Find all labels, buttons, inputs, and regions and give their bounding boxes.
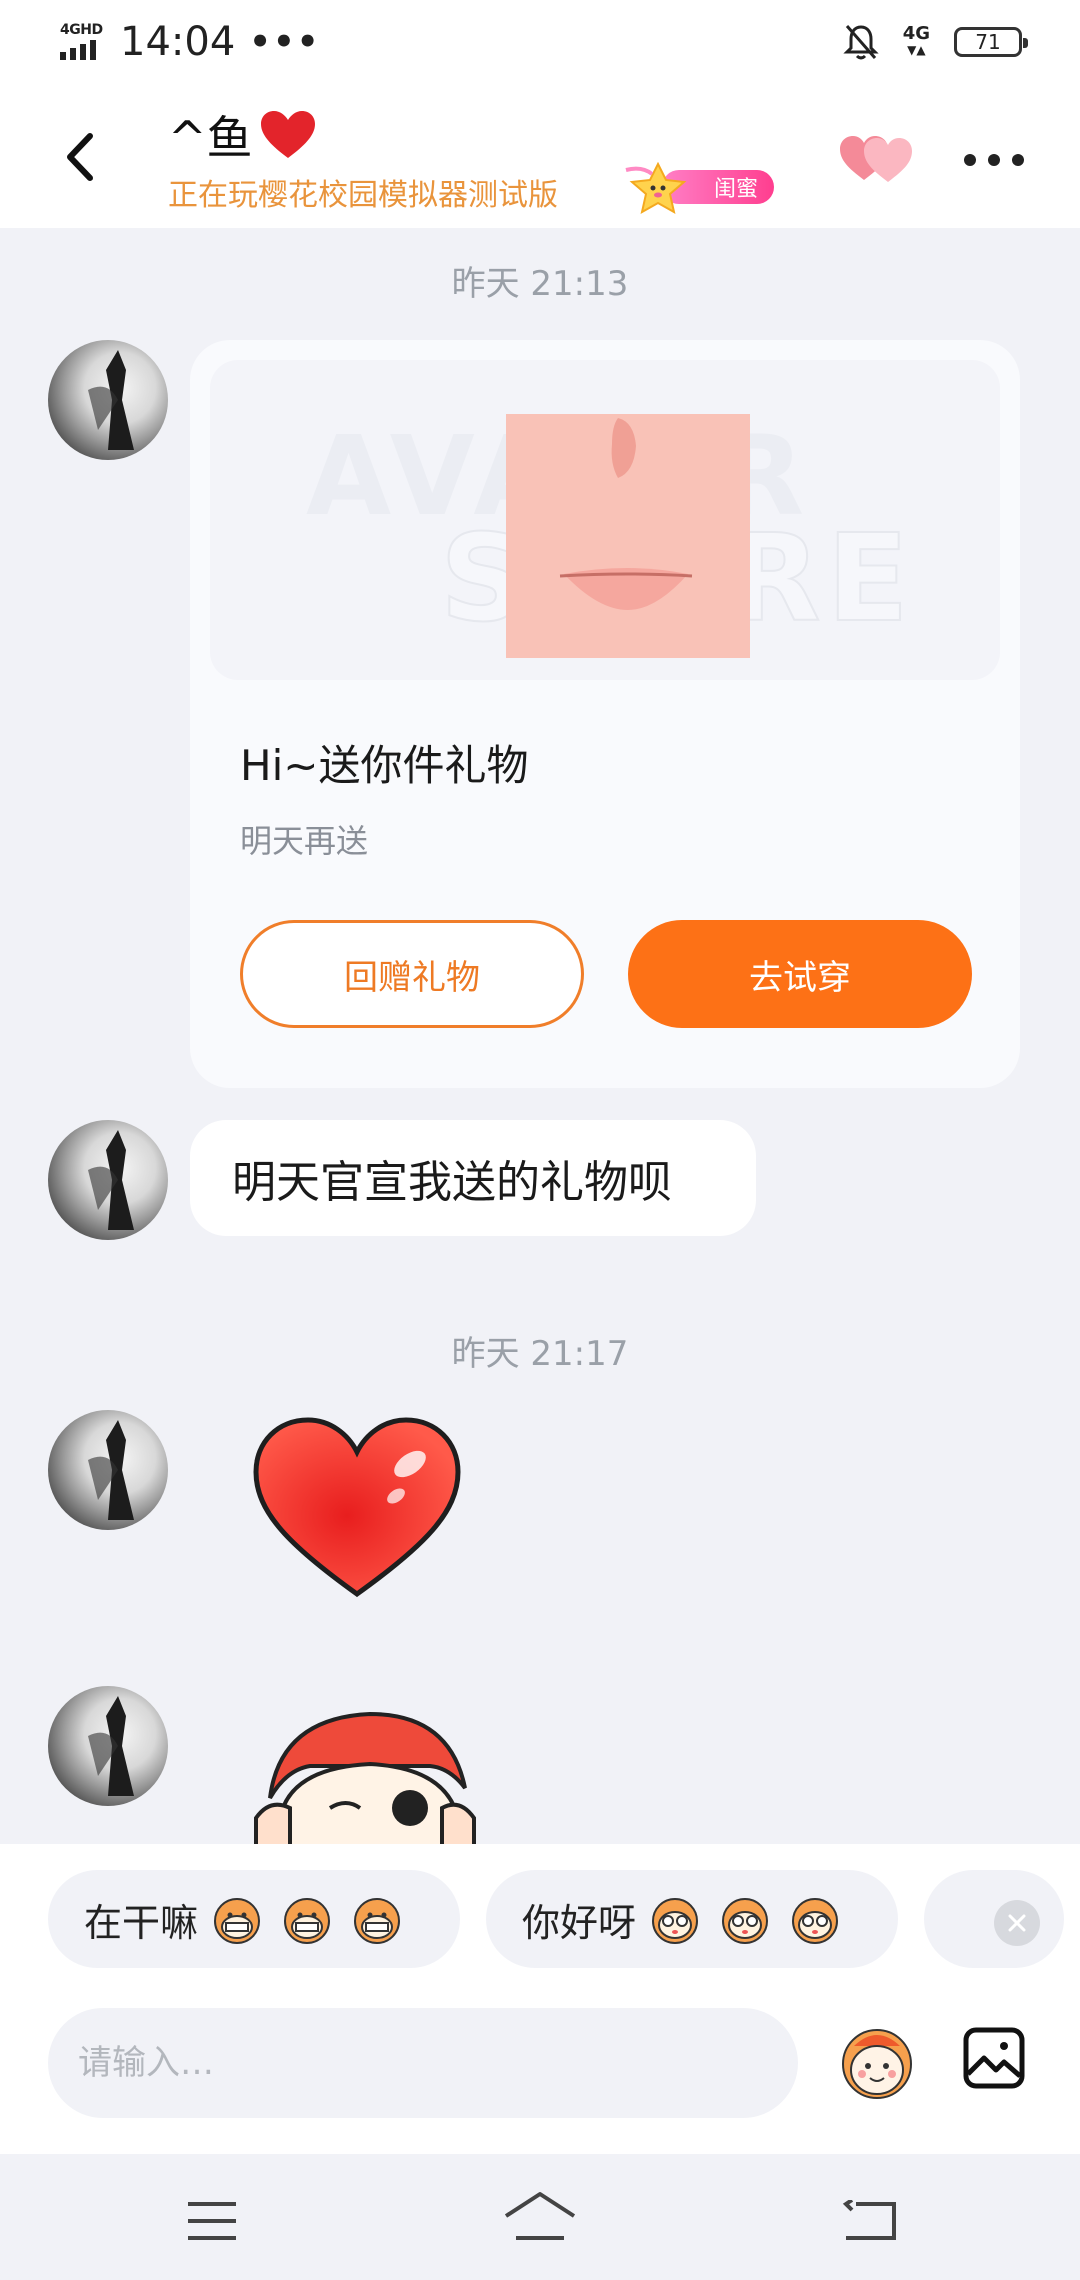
system-nav-bar (0, 2154, 1080, 2280)
grinning-monkey-icon (354, 1898, 401, 1944)
quick-reply-chip[interactable]: 在干嘛 (48, 1870, 460, 1968)
battery-icon: 71 (954, 27, 1028, 57)
contact-avatar[interactable] (48, 1410, 168, 1530)
gift-subtitle: 明天再送 (240, 822, 369, 860)
gift-title: Hi~送你件礼物 (240, 741, 529, 790)
back-arrow-icon[interactable] (52, 122, 112, 192)
network-label: 4GHD (60, 22, 103, 38)
more-options-icon[interactable] (964, 140, 1024, 180)
quick-reply-text: 在干嘛 (84, 1900, 199, 1945)
chat-screen: 4GHD 14:04 ••• 4G ▼▲ 71 ^鱼 正在玩樱花校园模拟器测试版… (0, 0, 1080, 2280)
signal-icon: 4GHD (58, 22, 106, 62)
clock: 14:04 (120, 19, 236, 65)
chat-header: ^鱼 正在玩樱花校园模拟器测试版 闺蜜 (0, 84, 1080, 228)
blushing-monkey-icon (652, 1898, 699, 1944)
monkey-sticker[interactable] (250, 1708, 480, 1848)
muted-bell-icon (843, 25, 879, 60)
grinning-monkey-icon (284, 1898, 331, 1944)
status-bar: 4GHD 14:04 ••• 4G ▼▲ 71 (0, 0, 1080, 84)
contact-avatar[interactable] (48, 1686, 168, 1806)
message-input[interactable] (48, 2008, 798, 2118)
menu-icon[interactable] (186, 2200, 238, 2242)
message-timestamp: 昨天 21:13 (451, 264, 629, 304)
try-on-button[interactable]: 去试穿 (628, 920, 972, 1028)
red-heart-icon (260, 111, 315, 158)
input-bar (0, 1994, 1080, 2154)
contact-name[interactable]: ^鱼 (168, 102, 317, 168)
close-quick-replies-icon[interactable] (994, 1900, 1040, 1946)
intimacy-hearts-icon[interactable] (838, 128, 916, 188)
contact-avatar[interactable] (48, 340, 168, 460)
blushing-monkey-icon (722, 1898, 769, 1944)
mobile-data-icon: 4G ▼▲ (902, 23, 930, 58)
home-icon[interactable] (502, 2190, 578, 2242)
back-nav-icon[interactable] (842, 2200, 896, 2242)
message-bubble[interactable]: 明天官宣我送的礼物呗 (190, 1120, 756, 1236)
quick-replies-bar: 在干嘛 你好呀 (0, 1844, 1080, 1994)
relationship-badge[interactable]: 闺蜜 (622, 162, 774, 214)
contact-avatar[interactable] (48, 1120, 168, 1240)
status-left: 4GHD 14:04 ••• (58, 19, 320, 65)
return-gift-button[interactable]: 回赠礼物 (240, 920, 584, 1028)
battery-level: 71 (975, 30, 1001, 54)
gift-card[interactable]: AVATAR STORE Hi~送你件礼物 明天再送 回赠礼物 去试穿 (190, 340, 1020, 1088)
gift-item-face (506, 414, 750, 658)
contact-status: 正在玩樱花校园模拟器测试版 (168, 178, 558, 213)
star-icon (625, 162, 687, 214)
image-icon[interactable] (962, 2026, 1026, 2090)
gift-preview-image[interactable]: AVATAR STORE (210, 360, 1000, 680)
grinning-monkey-icon (214, 1898, 261, 1944)
blushing-monkey-icon (792, 1898, 839, 1944)
heart-sticker[interactable] (250, 1414, 464, 1600)
quick-reply-text: 你好呀 (522, 1900, 637, 1945)
quick-reply-chip[interactable]: 你好呀 (486, 1870, 898, 1968)
notification-overflow: ••• (249, 22, 321, 62)
message-timestamp: 昨天 21:17 (451, 1334, 629, 1374)
status-right: 4G ▼▲ 71 (843, 22, 1028, 62)
sticker-icon[interactable] (832, 2016, 922, 2106)
